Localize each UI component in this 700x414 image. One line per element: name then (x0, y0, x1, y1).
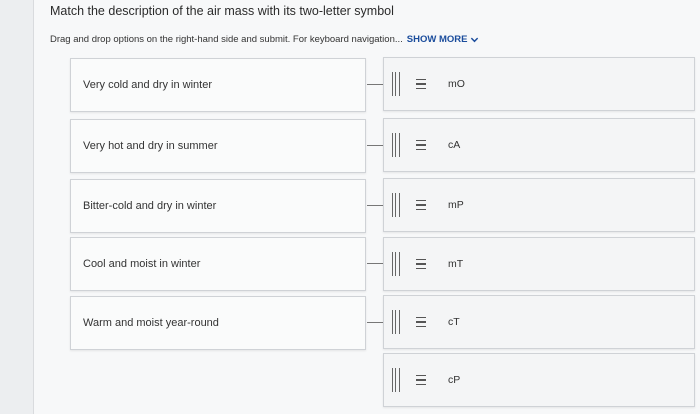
drag-handle-icon[interactable] (384, 118, 408, 172)
description-text: Bitter-cold and dry in winter (83, 200, 217, 212)
description-text: Warm and moist year-round (83, 317, 219, 329)
description-text: Cool and moist in winter (83, 258, 201, 270)
connector-line (367, 263, 383, 264)
show-more-label: SHOW MORE (406, 34, 468, 45)
drag-handle-icon[interactable] (384, 353, 408, 407)
draggable-option[interactable]: cA (383, 118, 695, 172)
draggable-option[interactable]: mO (383, 57, 695, 111)
draggable-option[interactable]: cT (383, 295, 695, 349)
drag-handle-icon[interactable] (384, 295, 408, 349)
draggable-option[interactable]: mT (383, 237, 695, 291)
description-card: Warm and moist year-round (70, 296, 366, 350)
drag-lines-icon (416, 200, 426, 210)
description-text: Very hot and dry in summer (83, 140, 218, 152)
description-card: Very cold and dry in winter (70, 58, 366, 112)
drag-lines-icon (416, 317, 426, 327)
option-symbol: mO (448, 78, 465, 90)
draggable-option[interactable]: cP (383, 353, 695, 407)
show-more-button[interactable]: SHOW MORE (407, 34, 480, 45)
draggable-option[interactable]: mP (383, 178, 695, 232)
option-symbol: mP (448, 199, 464, 211)
option-symbol: cP (448, 374, 461, 386)
drag-lines-icon (416, 140, 426, 150)
description-card: Very hot and dry in summer (70, 119, 366, 173)
drag-handle-icon[interactable] (384, 237, 408, 291)
drag-lines-icon (416, 259, 426, 269)
option-symbol: cA (448, 139, 461, 151)
description-text: Very cold and dry in winter (83, 79, 213, 91)
description-card: Cool and moist in winter (70, 237, 366, 291)
chevron-down-icon (471, 37, 479, 43)
connector-line (367, 205, 383, 206)
connector-line (367, 145, 383, 146)
question-title: Match the description of the air mass wi… (50, 4, 394, 18)
connector-line (367, 84, 383, 85)
instructions-text: Drag and drop options on the right-hand … (50, 34, 403, 45)
instructions: Drag and drop options on the right-hand … (50, 34, 479, 45)
option-symbol: cT (448, 316, 460, 328)
drag-handle-icon[interactable] (384, 178, 408, 232)
drag-lines-icon (416, 375, 426, 385)
drag-handle-icon[interactable] (384, 57, 408, 111)
connector-line (367, 322, 383, 323)
description-card: Bitter-cold and dry in winter (70, 179, 366, 233)
option-symbol: mT (448, 258, 464, 270)
drag-lines-icon (416, 79, 426, 89)
